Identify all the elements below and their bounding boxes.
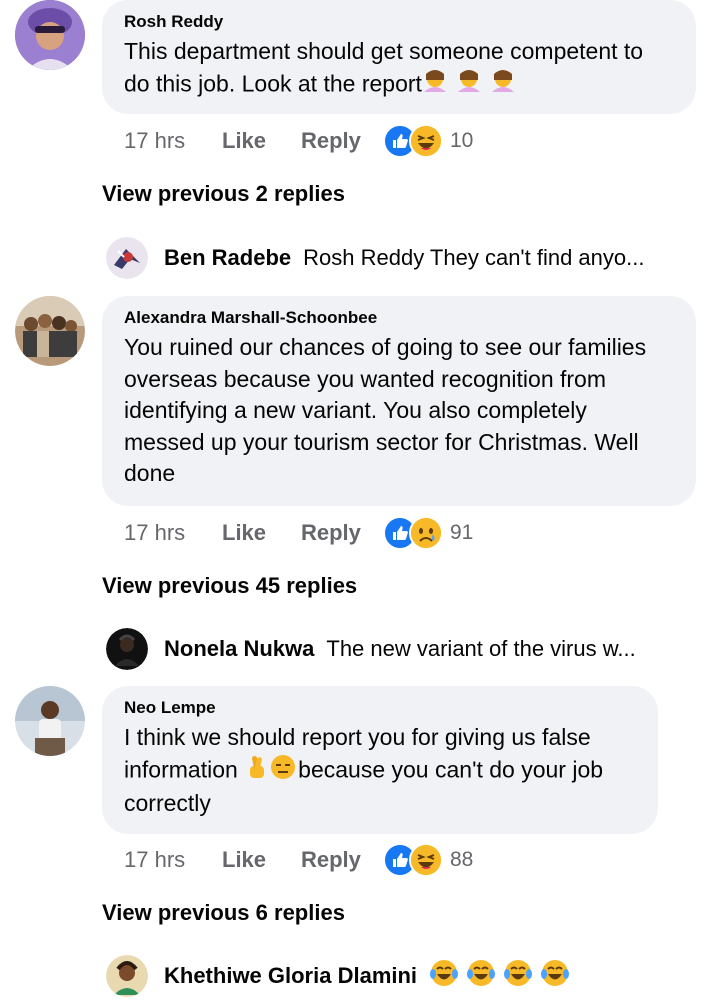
comment-bubble: Rosh Reddy This department should get so… xyxy=(102,0,696,114)
reaction-summary[interactable]: 10 xyxy=(383,124,473,158)
avatar[interactable] xyxy=(15,686,85,756)
comment-author[interactable]: Neo Lempe xyxy=(124,696,636,720)
view-previous-replies-link[interactable]: View previous 45 replies xyxy=(102,573,357,599)
laugh-icon xyxy=(409,843,443,877)
avatar xyxy=(106,955,148,997)
reply-preview[interactable]: Khethiwe Gloria Dlamini xyxy=(106,954,575,998)
comment-text: This department should get someone compe… xyxy=(124,36,674,102)
reply-preview[interactable]: Nonela Nukwa The new variant of the viru… xyxy=(106,627,636,671)
avatar[interactable] xyxy=(15,0,85,70)
crossed-fingers-emoji-icon xyxy=(244,754,270,789)
reply-author: Khethiwe Gloria Dlamini xyxy=(164,963,418,988)
comment-text: You ruined our chances of going to see o… xyxy=(124,334,647,486)
like-button[interactable]: Like xyxy=(222,847,301,873)
reply-button[interactable]: Reply xyxy=(301,128,383,154)
avatar xyxy=(106,628,148,670)
comment-bubble: Neo Lempe I think we should report you f… xyxy=(102,686,658,834)
comment-text: I think we should report you for giving … xyxy=(124,724,604,816)
reaction-summary[interactable]: 91 xyxy=(383,516,473,550)
laugh-icon xyxy=(409,124,443,158)
reaction-count: 91 xyxy=(450,521,474,544)
comment-timestamp[interactable]: 17 hrs xyxy=(124,128,222,154)
view-previous-replies-link[interactable]: View previous 6 replies xyxy=(102,900,345,926)
reply-button[interactable]: Reply xyxy=(301,847,383,873)
woman-gesturing-emoji-icon xyxy=(422,68,518,103)
comment-actions: 17 hrs Like Reply 10 xyxy=(124,124,473,158)
reaction-count: 10 xyxy=(450,129,474,152)
avatar[interactable] xyxy=(15,296,85,366)
reply-button[interactable]: Reply xyxy=(301,520,383,546)
reply-author: Ben Radebe xyxy=(164,245,292,270)
reply-snippet: The new variant of the virus w... xyxy=(326,636,636,661)
comment-actions: 17 hrs Like Reply 88 xyxy=(124,843,473,877)
comment-author[interactable]: Rosh Reddy xyxy=(124,10,674,34)
reaction-summary[interactable]: 88 xyxy=(383,843,473,877)
like-button[interactable]: Like xyxy=(222,128,301,154)
like-button[interactable]: Like xyxy=(222,520,301,546)
tears-of-joy-emoji-icon xyxy=(429,958,575,994)
expressionless-face-emoji-icon xyxy=(270,754,298,789)
avatar xyxy=(106,237,148,279)
comment-timestamp[interactable]: 17 hrs xyxy=(124,847,222,873)
reply-preview[interactable]: Ben Radebe Rosh Reddy They can't find an… xyxy=(106,236,644,280)
comment-timestamp[interactable]: 17 hrs xyxy=(124,520,222,546)
comment-author[interactable]: Alexandra Marshall-Schoonbee xyxy=(124,306,674,330)
reply-snippet: Rosh Reddy They can't find anyo... xyxy=(303,245,645,270)
sad-icon xyxy=(409,516,443,550)
comment-actions: 17 hrs Like Reply 91 xyxy=(124,516,473,550)
view-previous-replies-link[interactable]: View previous 2 replies xyxy=(102,181,345,207)
comment-bubble: Alexandra Marshall-Schoonbee You ruined … xyxy=(102,296,696,506)
reply-author: Nonela Nukwa xyxy=(164,636,315,661)
reaction-count: 88 xyxy=(450,848,474,871)
